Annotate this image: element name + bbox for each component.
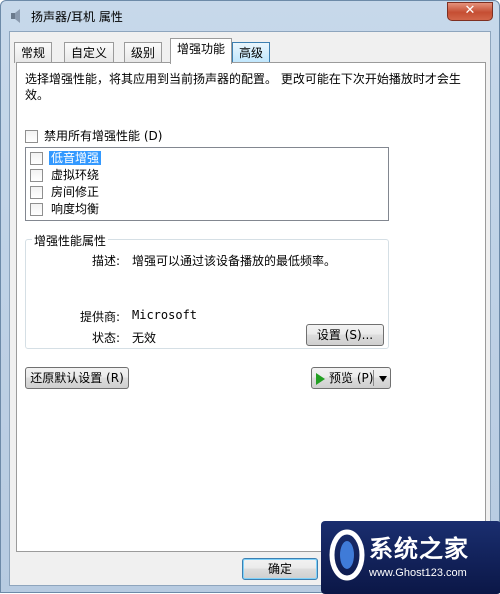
settings-button[interactable]: 设置 (S)... xyxy=(306,324,384,346)
virtual-surround-checkbox[interactable] xyxy=(30,169,43,182)
description-value: 增强可以通过该设备播放的最低频率。 xyxy=(132,254,337,268)
list-item-label: 响度均衡 xyxy=(51,202,100,216)
title-bar[interactable]: 扬声器/耳机 属性 ✕ xyxy=(1,1,499,31)
tab-general[interactable]: 常规 xyxy=(14,42,53,63)
disable-all-label: 禁用所有增强性能 (D) xyxy=(44,129,163,143)
group-title: 增强性能属性 xyxy=(32,232,109,249)
tab-advanced[interactable]: 高级 xyxy=(232,42,271,63)
watermark-title: 系统之家 xyxy=(369,534,469,563)
chevron-down-icon xyxy=(379,375,387,382)
status-label: 状态: xyxy=(91,331,120,345)
properties-window: 扬声器/耳机 属性 ✕ 常规 自定义 级别 增强功能 高级 选择增强性能，将其应… xyxy=(0,0,500,594)
disable-all-checkbox-row[interactable]: 禁用所有增强性能 (D) xyxy=(25,127,162,144)
tab-enhancements[interactable]: 增强功能 xyxy=(170,38,232,64)
disable-all-checkbox[interactable] xyxy=(25,130,38,143)
watermark-logo: 系统之家 www.Ghost123.com xyxy=(321,521,500,594)
speaker-icon xyxy=(11,9,20,23)
list-item-bass-boost[interactable]: 低音增强 xyxy=(30,150,102,167)
properties-groupbox: 增强性能属性 描述: 增强可以通过该设备播放的最低频率。 提供商: Micros… xyxy=(25,232,389,349)
play-icon xyxy=(316,372,325,385)
tab-levels[interactable]: 级别 xyxy=(124,42,163,63)
close-button[interactable]: ✕ xyxy=(447,2,493,21)
room-correction-checkbox[interactable] xyxy=(30,186,43,199)
ok-button[interactable]: 确定 xyxy=(242,558,318,580)
split-separator xyxy=(373,370,374,386)
dropdown-arrow[interactable] xyxy=(379,368,387,388)
list-item-loudness-equalization[interactable]: 响度均衡 xyxy=(30,201,101,218)
list-item-room-correction[interactable]: 房间修正 xyxy=(30,184,101,201)
list-item-label: 房间修正 xyxy=(51,185,100,199)
loudness-equalization-checkbox[interactable] xyxy=(30,203,43,216)
watermark-url: www.Ghost123.com xyxy=(369,567,467,579)
dialog-client: 常规 自定义 级别 增强功能 高级 选择增强性能，将其应用到当前扬声器的配置。 … xyxy=(9,31,491,586)
status-value: 无效 xyxy=(132,331,157,345)
list-item-label: 虚拟环绕 xyxy=(51,168,100,182)
logo-icon xyxy=(329,529,365,581)
preview-label: 预览 (P) xyxy=(329,371,374,385)
preview-button[interactable]: 预览 (P) xyxy=(311,367,391,389)
bass-boost-checkbox[interactable] xyxy=(30,152,43,165)
provider-value: Microsoft xyxy=(132,308,198,322)
restore-defaults-button[interactable]: 还原默认设置 (R) xyxy=(25,367,129,389)
enhancements-description: 选择增强性能，将其应用到当前扬声器的配置。 更改可能在下次开始播放时才会生效。 xyxy=(25,72,461,102)
provider-label: 提供商: xyxy=(79,310,120,324)
window-title: 扬声器/耳机 属性 xyxy=(31,10,123,24)
list-item-virtual-surround[interactable]: 虚拟环绕 xyxy=(30,167,101,184)
enhancements-list[interactable]: 低音增强 虚拟环绕 房间修正 响度均衡 xyxy=(25,147,389,221)
list-item-label: 低音增强 xyxy=(49,151,102,165)
tab-custom[interactable]: 自定义 xyxy=(64,42,115,63)
description-label: 描述: xyxy=(91,254,120,268)
enhancements-panel: 选择增强性能，将其应用到当前扬声器的配置。 更改可能在下次开始播放时才会生效。 … xyxy=(16,62,486,552)
